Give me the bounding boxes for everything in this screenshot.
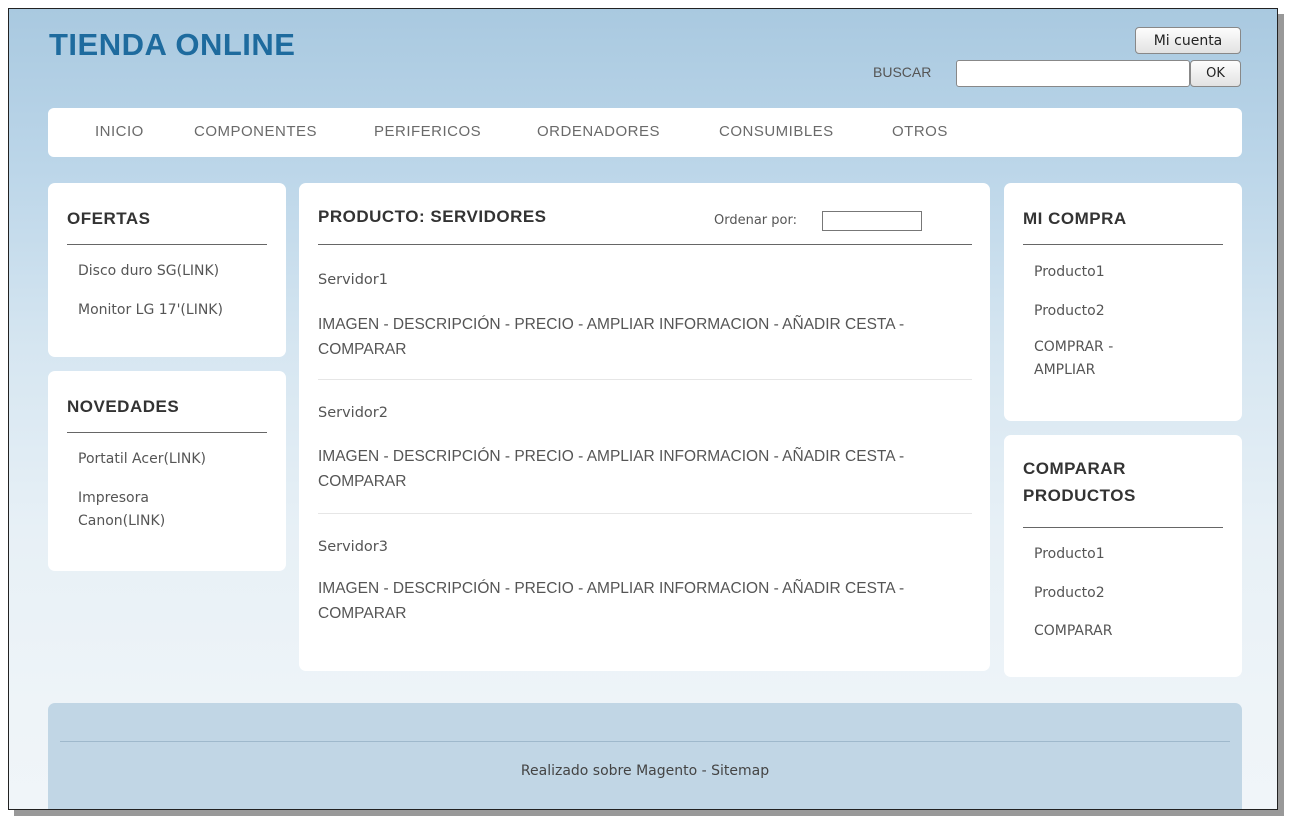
footer: Realizado sobre Magento - Sitemap [48,703,1242,809]
cart-item[interactable]: Producto2 [1034,300,1105,323]
mi-compra-panel: MI COMPRA Producto1 Producto2 COMPRAR - … [1004,183,1242,421]
ofertas-divider [67,244,267,245]
product-details: IMAGEN - DESCRIPCIÓN - PRECIO - AMPLIAR … [318,448,905,490]
search-ok-button[interactable]: OK [1190,60,1241,87]
novedades-link-portatil[interactable]: Portatil Acer(LINK) [78,448,206,471]
nav-item-ordenadores[interactable]: ORDENADORES [537,123,660,140]
compare-button[interactable]: COMPARAR [1034,620,1112,643]
nav-item-otros[interactable]: OTROS [892,123,948,140]
products-panel: PRODUCTO: SERVIDORES Ordenar por: Servid… [299,183,990,671]
compare-title: COMPARAR PRODUCTOS [1023,459,1136,506]
product-details: IMAGEN - DESCRIPCIÓN - PRECIO - AMPLIAR … [318,316,905,358]
site-logo[interactable]: TIENDA ONLINE [49,27,295,63]
cart-item[interactable]: Producto1 [1034,261,1105,284]
ofertas-link-disco[interactable]: Disco duro SG(LINK) [78,260,219,283]
nav-item-perifericos[interactable]: PERIFERICOS [374,123,481,140]
product-separator [318,513,972,514]
ofertas-title: OFERTAS [67,209,151,228]
compare-divider [1023,527,1223,528]
novedades-link-impresora[interactable]: Impresora Canon(LINK) [78,487,228,533]
search-label: BUSCAR [873,64,932,80]
novedades-divider [67,432,267,433]
sort-select[interactable] [822,211,922,231]
search-input[interactable] [956,60,1190,87]
product-name[interactable]: Servidor2 [318,402,388,426]
ofertas-panel: OFERTAS Disco duro SG(LINK) Monitor LG 1… [48,183,286,357]
product-separator [318,379,972,380]
mi-compra-title: MI COMPRA [1023,209,1127,228]
compare-item[interactable]: Producto2 [1034,582,1105,605]
page-frame: TIENDA ONLINE Mi cuenta BUSCAR OK INICIO… [8,8,1278,810]
footer-divider [60,741,1230,742]
product-name[interactable]: Servidor3 [318,536,388,560]
footer-text[interactable]: Realizado sobre Magento - Sitemap [48,763,1242,779]
novedades-title: NOVEDADES [67,397,180,416]
ofertas-link-monitor[interactable]: Monitor LG 17'(LINK) [78,299,223,322]
nav-item-componentes[interactable]: COMPONENTES [194,123,317,140]
main-nav: INICIO COMPONENTES PERIFERICOS ORDENADOR… [48,108,1242,157]
cart-actions[interactable]: COMPRAR - AMPLIAR [1034,336,1164,382]
product-name[interactable]: Servidor1 [318,269,388,293]
my-account-button[interactable]: Mi cuenta [1135,27,1241,54]
nav-item-consumibles[interactable]: CONSUMIBLES [719,123,834,140]
novedades-panel: NOVEDADES Portatil Acer(LINK) Impresora … [48,371,286,571]
products-title: PRODUCTO: SERVIDORES [318,207,547,226]
compare-item[interactable]: Producto1 [1034,543,1105,566]
mi-compra-divider [1023,244,1223,245]
sort-label: Ordenar por: [714,213,797,228]
product-details: IMAGEN - DESCRIPCIÓN - PRECIO - AMPLIAR … [318,580,905,622]
compare-panel: COMPARAR PRODUCTOS Producto1 Producto2 C… [1004,435,1242,677]
nav-item-inicio[interactable]: INICIO [95,123,144,140]
products-divider [318,244,972,245]
